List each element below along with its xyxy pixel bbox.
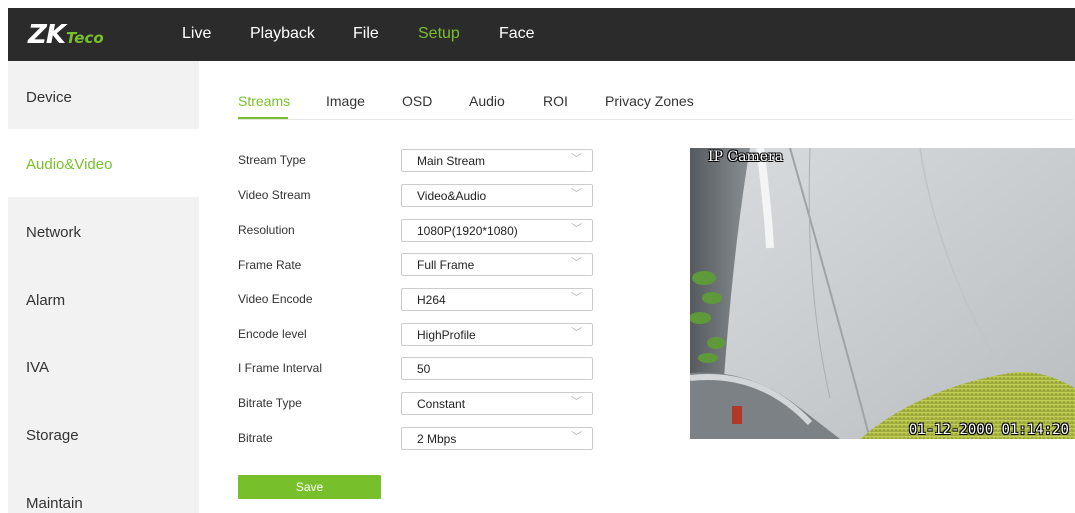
input-value: 50 [417,362,431,376]
logo-sub-text: Teco [66,29,104,47]
sidebar-item-label: Maintain [26,495,83,512]
tab-image[interactable]: Image [326,92,365,110]
nav-playback[interactable]: Playback [250,24,315,44]
select-value: Full Frame [417,258,475,272]
chevron-down-icon: ﹀ [571,257,582,269]
settings-sidebar: Device Audio&Video Network Alarm IVA Sto… [8,61,199,513]
osd-camera-title: IP Camera [708,149,784,165]
select-value: HighProfile [417,328,476,342]
chevron-down-icon: ﹀ [571,292,582,304]
chevron-down-icon: ﹀ [571,188,582,200]
sidebar-item-device[interactable]: Device [8,61,199,129]
nav-file[interactable]: File [353,24,379,44]
camera-scene-image [690,148,1075,439]
sidebar-item-label: Alarm [26,292,66,309]
chevron-down-icon: ﹀ [571,327,582,339]
select-value: H264 [417,293,446,307]
sidebar-item-label: Audio&Video [26,156,113,173]
sidebar-item-network[interactable]: Network [8,197,199,265]
sidebar-item-label: Network [26,224,82,241]
tab-audio[interactable]: Audio [469,92,505,110]
bitrate-type-label: Bitrate Type [238,396,302,410]
select-value: Video&Audio [417,189,487,203]
chevron-down-icon: ﹀ [571,431,582,443]
bitrate-type-select[interactable]: Constant ﹀ [401,392,593,415]
bitrate-select[interactable]: 2 Mbps ﹀ [401,427,593,450]
resolution-label: Resolution [238,223,295,237]
sidebar-item-iva[interactable]: IVA [8,333,199,401]
video-encode-select[interactable]: H264 ﹀ [401,288,593,311]
chevron-down-icon: ﹀ [571,396,582,408]
video-stream-label: Video Stream [238,188,311,202]
zkteco-logo: ZKTeco [28,20,104,53]
sidebar-item-alarm[interactable]: Alarm [8,265,199,333]
tab-divider [238,119,1073,120]
sidebar-item-maintain[interactable]: Maintain [8,469,199,513]
frame-rate-label: Frame Rate [238,258,302,272]
nav-live[interactable]: Live [182,24,211,44]
select-value: 2 Mbps [417,432,457,446]
i-frame-interval-label: I Frame Interval [238,361,323,375]
tab-privacy-zones[interactable]: Privacy Zones [605,92,694,110]
tab-roi[interactable]: ROI [543,92,568,110]
encode-level-select[interactable]: HighProfile ﹀ [401,323,593,346]
bitrate-label: Bitrate [238,431,273,445]
encode-level-label: Encode level [238,327,307,341]
chevron-down-icon: ﹀ [571,153,582,165]
sidebar-item-label: IVA [26,359,50,376]
video-encode-label: Video Encode [238,292,313,306]
nav-face[interactable]: Face [499,24,535,44]
select-value: 1080P(1920*1080) [417,224,518,238]
sidebar-item-storage[interactable]: Storage [8,401,199,469]
tab-osd[interactable]: OSD [402,92,432,110]
resolution-select[interactable]: 1080P(1920*1080) ﹀ [401,219,593,242]
chevron-down-icon: ﹀ [571,223,582,235]
select-value: Main Stream [417,154,486,168]
sidebar-item-label: Device [26,89,72,106]
nav-setup[interactable]: Setup [418,24,460,44]
select-value: Constant [417,397,466,411]
camera-preview: IP Camera 01-12-2000 01:14:20 [690,148,1075,439]
video-stream-select[interactable]: Video&Audio ﹀ [401,184,593,207]
frame-rate-select[interactable]: Full Frame ﹀ [401,253,593,276]
tab-streams[interactable]: Streams [238,92,290,110]
osd-timestamp: 01-12-2000 01:14:20 [908,422,1069,438]
stream-type-label: Stream Type [238,153,306,167]
sidebar-item-label: Storage [26,427,79,444]
logo-main-text: ZK [28,20,66,50]
stream-type-select[interactable]: Main Stream ﹀ [401,149,593,172]
sidebar-item-audio-video[interactable]: Audio&Video [8,129,199,197]
i-frame-interval-input[interactable]: 50 [401,357,593,380]
save-button[interactable]: Save [238,475,381,499]
top-navigation-bar: ZKTeco Live Playback File Setup Face [8,8,1075,61]
